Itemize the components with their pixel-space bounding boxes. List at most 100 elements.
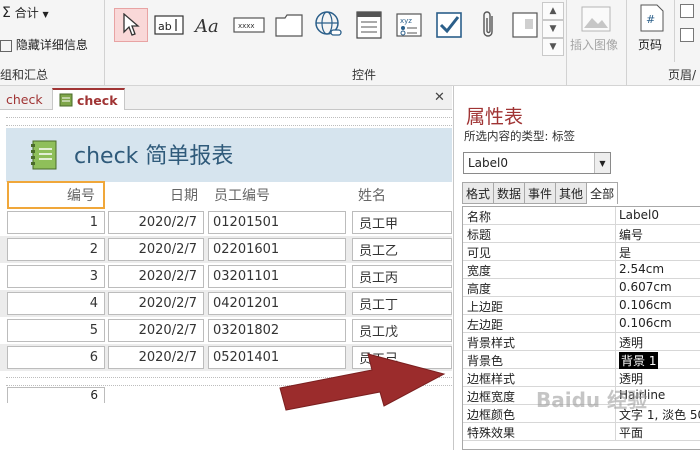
- cell-name[interactable]: 员工乙: [352, 238, 452, 261]
- cell-date[interactable]: 2020/2/7: [108, 292, 204, 315]
- property-row[interactable]: 可见是: [463, 243, 700, 261]
- property-value[interactable]: 0.607cm: [619, 280, 672, 294]
- cell-employee-id[interactable]: 01201501: [208, 211, 346, 234]
- svg-text:#: #: [646, 13, 655, 26]
- document-tab-bar: check check ✕: [0, 86, 452, 110]
- cell-number[interactable]: 3: [7, 265, 105, 288]
- cell-date[interactable]: 2020/2/7: [108, 319, 204, 342]
- property-value[interactable]: Label0: [619, 208, 659, 222]
- gallery-more-button[interactable]: ▼: [542, 38, 564, 56]
- sigma-icon: Σ: [2, 5, 11, 21]
- pointer-icon[interactable]: [114, 8, 148, 42]
- hyperlink-icon[interactable]: [312, 8, 346, 42]
- section-divider: [6, 117, 452, 118]
- property-row[interactable]: 特殊效果 平面: [463, 423, 700, 441]
- cell-number[interactable]: 4: [7, 292, 105, 315]
- column-header-employee-id[interactable]: 员工编号: [212, 181, 352, 209]
- expand-gallery-icon: ▼: [549, 42, 557, 52]
- property-row[interactable]: 背景色 背景 1: [463, 351, 700, 369]
- cell-date[interactable]: 2020/2/7: [108, 211, 204, 234]
- property-value[interactable]: 2.54cm: [619, 262, 664, 276]
- cell-number[interactable]: 2: [7, 238, 105, 261]
- more-controls-icon[interactable]: [508, 8, 542, 42]
- property-row[interactable]: 标题 编号: [463, 225, 700, 243]
- gallery-up-button[interactable]: ▲: [542, 2, 564, 20]
- property-row[interactable]: 上边距 0.106cm: [463, 297, 700, 315]
- section-divider: [6, 125, 452, 126]
- baidu-watermark: Baidu 经验: [536, 388, 648, 412]
- logo-icon[interactable]: [680, 4, 694, 18]
- tab-event[interactable]: 事件: [524, 182, 556, 204]
- doc-tab-check-1[interactable]: check: [0, 88, 49, 110]
- red-arrow-icon: [279, 353, 446, 411]
- controls-group-label: 控件: [352, 68, 377, 82]
- image-icon: [581, 6, 611, 32]
- column-header-number[interactable]: 编号: [7, 181, 105, 209]
- button-icon[interactable]: xxxx: [232, 8, 266, 42]
- insert-image-label: 插入图像: [570, 38, 619, 52]
- property-value[interactable]: 编号: [619, 226, 643, 243]
- property-row[interactable]: 左边距 0.106cm: [463, 315, 700, 333]
- page-number-button[interactable]: # 页码: [634, 4, 674, 56]
- option-group-icon[interactable]: xyz: [392, 8, 426, 42]
- table-row: 4 2020/2/7 04201201 员工丁: [0, 290, 452, 317]
- sum-button[interactable]: Σ 合计 ▼: [2, 4, 49, 21]
- object-selector[interactable]: Label0 ▼: [463, 152, 611, 174]
- cell-number[interactable]: 6: [7, 346, 105, 369]
- cell-number[interactable]: 1: [7, 211, 105, 234]
- title-icon[interactable]: [680, 28, 694, 42]
- tab-other[interactable]: 其他: [555, 182, 587, 204]
- tab-control-icon[interactable]: [272, 8, 306, 42]
- tab-data[interactable]: 数据: [493, 182, 525, 204]
- hide-details-button[interactable]: 隐藏详细信息: [0, 36, 88, 53]
- doc-tab-check-2[interactable]: check: [52, 88, 125, 110]
- property-value[interactable]: 0.106cm: [619, 298, 672, 312]
- cell-number[interactable]: 5: [7, 319, 105, 342]
- property-value[interactable]: 0.106cm: [619, 316, 672, 330]
- attachment-icon[interactable]: [472, 8, 506, 42]
- insert-image-button[interactable]: 插入图像: [570, 4, 622, 56]
- column-header-date[interactable]: 日期: [108, 181, 204, 209]
- cell-name[interactable]: 员工丁: [352, 292, 452, 315]
- property-value-selected[interactable]: 背景 1: [619, 352, 659, 369]
- tab-all[interactable]: 全部: [586, 182, 619, 204]
- cell-employee-id[interactable]: 02201601: [208, 238, 346, 261]
- property-row[interactable]: 高度 0.607cm: [463, 279, 700, 297]
- chevron-down-icon[interactable]: ▼: [594, 153, 610, 173]
- text-box-icon[interactable]: ab: [152, 8, 186, 42]
- cell-employee-id[interactable]: 03201802: [208, 319, 346, 342]
- report-icon: [59, 93, 73, 107]
- report-title[interactable]: check 简单报表: [74, 138, 233, 170]
- property-row[interactable]: 背景样式 透明: [463, 333, 700, 351]
- cell-employee-id[interactable]: 04201201: [208, 292, 346, 315]
- cell-name[interactable]: 员工甲: [352, 211, 452, 234]
- cell-date[interactable]: 2020/2/7: [108, 238, 204, 261]
- table-row: 2 2020/2/7 02201601 员工乙: [0, 236, 452, 263]
- cell-name[interactable]: 员工丙: [352, 265, 452, 288]
- cell-employee-id[interactable]: 03201101: [208, 265, 346, 288]
- gallery-down-button[interactable]: ▼: [542, 20, 564, 38]
- page-number-icon: #: [640, 4, 664, 32]
- property-value[interactable]: 是: [619, 244, 631, 261]
- table-row: 5 2020/2/7 03201802 员工戊: [0, 317, 452, 344]
- cell-date[interactable]: 2020/2/7: [108, 265, 204, 288]
- chevron-down-icon: ▼: [549, 24, 557, 34]
- report-footer-count[interactable]: 6: [7, 387, 105, 403]
- property-row[interactable]: 名称 Label0: [463, 207, 700, 225]
- cell-date[interactable]: 2020/2/7: [108, 346, 204, 369]
- ribbon-divider: [626, 0, 627, 86]
- property-value[interactable]: 平面: [619, 424, 643, 441]
- svg-text:xyz: xyz: [400, 17, 412, 25]
- navigation-control-icon[interactable]: [352, 8, 386, 42]
- property-row[interactable]: 宽度 2.54cm: [463, 261, 700, 279]
- group-totals-label: 组和汇总: [0, 68, 49, 82]
- table-row: 1 2020/2/7 01201501 员工甲: [0, 209, 452, 236]
- label-icon[interactable]: Aa: [192, 8, 226, 42]
- checkbox-icon[interactable]: [432, 8, 466, 42]
- tab-format[interactable]: 格式: [462, 182, 494, 204]
- cell-name[interactable]: 员工戊: [352, 319, 452, 342]
- column-header-name[interactable]: 姓名: [356, 181, 452, 209]
- close-icon[interactable]: ✕: [434, 90, 445, 105]
- property-value[interactable]: 透明: [619, 334, 643, 351]
- hide-details-icon: [0, 39, 12, 52]
